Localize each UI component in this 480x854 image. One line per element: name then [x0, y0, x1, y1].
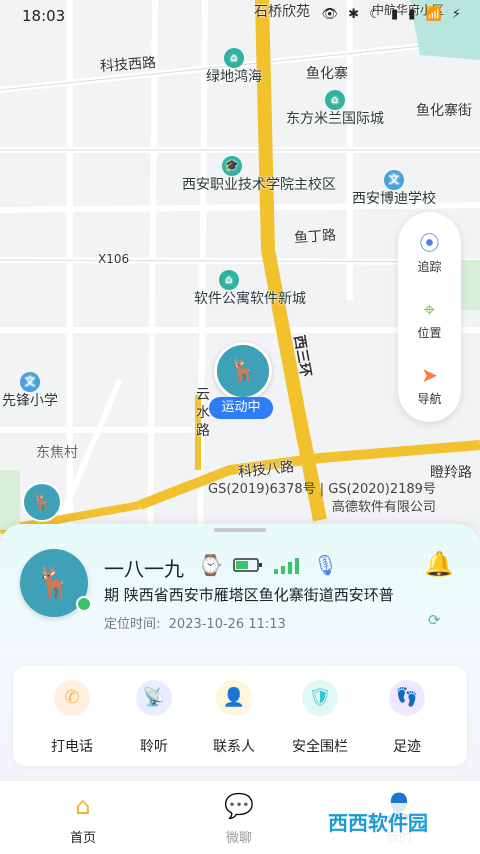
poi-label: 西安博迪学校: [352, 191, 436, 207]
navigation-label: 导航: [417, 392, 442, 406]
deer-avatar-icon: 🦌: [35, 565, 73, 601]
deer-avatar-icon: 🦌: [229, 358, 257, 384]
device-name: 一八一九: [104, 557, 184, 581]
device-address: 期 陕西省西安市雁塔区鱼化寨街道西安环普: [104, 586, 394, 604]
copyright-line: 高德软件有限公司: [331, 500, 436, 515]
poi-xianfeng: 文 先锋小学: [0, 372, 60, 410]
building-icon: ⌂: [224, 48, 244, 68]
map-label-9: 鱼丁路: [293, 227, 337, 247]
track-button[interactable]: ⦿ 追踪: [398, 230, 461, 275]
contacts-icon: 👤: [216, 680, 252, 716]
map-label-14: 东焦村: [36, 445, 78, 461]
bell-icon[interactable]: 🔔: [424, 550, 454, 578]
action-card: ✆ 打电话 📡 聆听 👤 联系人 🛡 安全围栏 👣 足迹: [13, 666, 467, 766]
footprint-icon: 👣: [389, 680, 425, 716]
voice-icon: 🎙: [312, 553, 339, 577]
map-label-10: X106: [98, 252, 130, 266]
contacts-label: 联系人: [213, 739, 255, 755]
map-label-17: 瞪羚路: [430, 465, 472, 481]
status-time: 18:03: [22, 7, 66, 25]
poi-label: 软件公寓软件新城: [194, 291, 306, 307]
status-indicators: 👁 ✱ ☾ ▮ ▮ 📶 ⚡: [321, 7, 464, 22]
map-label-4: 鱼化寨: [306, 66, 348, 82]
listen-label: 聆听: [140, 739, 168, 755]
watch-icon: ⌚: [198, 553, 223, 577]
map-tool-panel: ⦿ 追踪 ⌖ 位置 ➤ 导航: [398, 212, 461, 422]
map-copyright: GS(2019)6378号 | GS(2020)2189号 高德软件有限公司: [208, 481, 436, 517]
battery-icon: [233, 558, 262, 572]
navigation-button[interactable]: ➤ 导航: [398, 362, 461, 407]
footprint-label: 足迹: [393, 739, 421, 755]
poi-lvdi: ⌂ 绿地鸿海: [206, 48, 262, 86]
location-icon: ⌖: [423, 297, 436, 321]
culture-icon: 文: [384, 170, 404, 190]
safe-fence-button[interactable]: 🛡 安全围栏: [280, 680, 360, 756]
contacts-button[interactable]: 👤 联系人: [194, 680, 274, 756]
tab-home[interactable]: ⌂ 首页: [38, 791, 128, 846]
deer-avatar-icon: 🦌: [32, 492, 52, 512]
school-icon: 🎓: [222, 156, 242, 176]
home-icon: ⌂: [75, 792, 91, 820]
map-label-2: 科技西路: [99, 55, 157, 75]
located-time-label: 定位时间:: [104, 617, 161, 632]
watermark: 西西软件园: [288, 803, 468, 843]
track-label: 追踪: [417, 260, 442, 274]
phone-icon: ✆: [54, 680, 90, 716]
building-icon: ⌂: [325, 90, 345, 110]
poi-label: 绿地鸿海: [206, 69, 262, 85]
poi-label: 东方米兰国际城: [286, 111, 384, 127]
device-status-icons: ⌚ 🎙: [198, 552, 338, 578]
device-marker[interactable]: 🦌: [214, 342, 272, 400]
tab-chat-label: 微聊: [225, 831, 252, 846]
map-label-5: 鱼化寨街: [416, 103, 472, 119]
track-icon: ⦿: [419, 231, 440, 255]
device-marker-secondary[interactable]: 🦌: [22, 482, 62, 522]
online-status-dot: [76, 596, 92, 612]
listen-icon: 📡: [136, 680, 172, 716]
refresh-icon[interactable]: ⟳: [428, 611, 441, 629]
sheet-grabber[interactable]: [214, 528, 266, 532]
status-bar: 18:03 👁 ✱ ☾ ▮ ▮ 📶 ⚡: [0, 0, 480, 32]
navigation-icon: ➤: [421, 363, 438, 387]
signal-icon: [273, 558, 299, 574]
poi-bodi: 文 西安博迪学校: [352, 170, 436, 208]
footprint-button[interactable]: 👣 足迹: [367, 680, 447, 756]
poi-dongfang: ⌂ 东方米兰国际城: [286, 90, 384, 128]
located-time: 定位时间: 2023-10-26 11:13: [104, 613, 286, 632]
shield-icon: 🛡: [302, 680, 338, 716]
chat-icon: 💬: [224, 792, 254, 820]
location-label: 位置: [417, 326, 442, 340]
safe-fence-label: 安全围栏: [292, 739, 348, 755]
tab-home-label: 首页: [69, 831, 96, 846]
listen-button[interactable]: 📡 聆听: [114, 680, 194, 756]
culture-icon: 文: [20, 372, 40, 392]
call-label: 打电话: [51, 739, 93, 755]
tab-chat[interactable]: 💬 微聊: [194, 791, 284, 846]
poi-label: 西安职业技术学院主校区: [182, 177, 336, 193]
poi-software: ⌂ 软件公寓软件新城: [194, 270, 306, 308]
poi-school: 🎓 西安职业技术学院主校区: [182, 156, 336, 194]
moving-status-tag: 运动中: [209, 397, 273, 419]
copyright-line: GS(2019)6378号 | GS(2020)2189号: [208, 482, 436, 497]
poi-label: 先锋小学: [2, 393, 58, 409]
building-icon: ⌂: [219, 270, 239, 290]
located-time-value: 2023-10-26 11:13: [168, 617, 286, 632]
call-button[interactable]: ✆ 打电话: [32, 680, 112, 756]
location-button[interactable]: ⌖ 位置: [398, 296, 461, 341]
